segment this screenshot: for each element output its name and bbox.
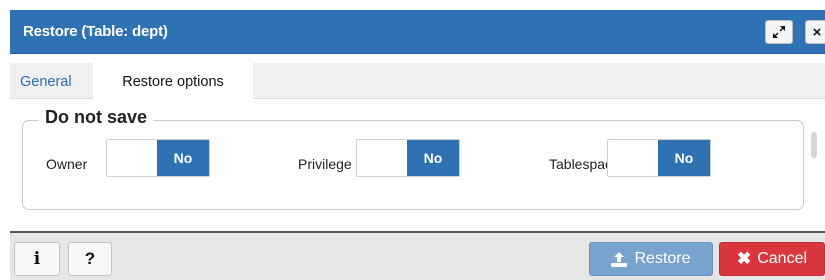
close-icon: × <box>812 23 822 41</box>
privilege-toggle[interactable]: No <box>356 139 460 177</box>
privilege-toggle-value: No <box>407 140 459 176</box>
fieldset-legend: Do not save <box>39 107 154 128</box>
cancel-icon: ✖ <box>736 249 752 268</box>
privilege-label: Privilege <box>298 156 352 172</box>
maximize-button[interactable] <box>765 20 793 44</box>
tablespace-toggle[interactable]: No <box>607 139 711 177</box>
dialog-footer: i ? Restore ✖ Cancel <box>10 231 825 280</box>
dialog-titlebar: Restore (Table: dept) × <box>10 10 825 54</box>
upload-icon <box>611 251 628 267</box>
dialog-title: Restore (Table: dept) <box>23 23 168 40</box>
cancel-label: Cancel <box>757 250 808 267</box>
tab-general[interactable]: General <box>10 63 72 99</box>
owner-label: Owner <box>46 156 88 172</box>
tablespace-toggle-value: No <box>658 140 710 176</box>
tab-bar: General Restore options <box>10 63 825 100</box>
info-button[interactable]: i <box>14 242 60 276</box>
restore-button[interactable]: Restore <box>589 242 713 276</box>
help-button[interactable]: ? <box>68 242 112 276</box>
owner-toggle-value: No <box>157 140 209 176</box>
maximize-icon <box>773 26 785 38</box>
scrollbar-thumb[interactable] <box>811 132 817 158</box>
help-icon: ? <box>84 249 96 268</box>
tablespace-label: Tablespace <box>549 156 607 172</box>
dialog-content: Do not save Owner No Privilege No Tables… <box>10 99 825 229</box>
info-icon: i <box>33 249 41 269</box>
close-button[interactable]: × <box>805 20 825 44</box>
tab-restore-options[interactable]: Restore options <box>93 63 253 100</box>
cancel-button[interactable]: ✖ Cancel <box>719 242 825 276</box>
restore-label: Restore <box>634 250 691 267</box>
owner-toggle[interactable]: No <box>106 139 210 177</box>
